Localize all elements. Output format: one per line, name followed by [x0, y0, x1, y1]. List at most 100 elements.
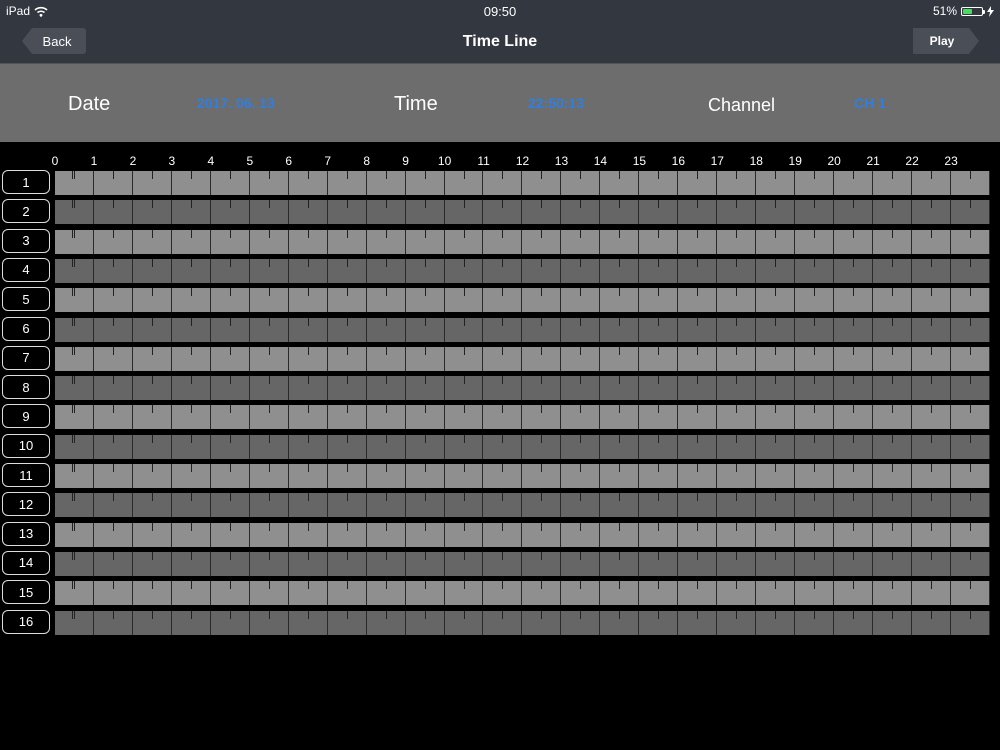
hour-segment[interactable]	[405, 405, 445, 430]
hour-segment[interactable]	[405, 317, 445, 342]
hour-segment[interactable]	[678, 229, 718, 254]
hour-segment[interactable]	[600, 288, 640, 313]
hour-segment[interactable]	[444, 288, 484, 313]
hour-segment[interactable]	[522, 288, 562, 313]
hour-segment[interactable]	[249, 405, 289, 430]
hour-segment[interactable]	[288, 229, 328, 254]
hour-segment[interactable]	[444, 376, 484, 401]
hour-segment[interactable]	[210, 200, 250, 225]
hour-segment[interactable]	[756, 229, 796, 254]
hour-segment[interactable]	[55, 171, 94, 195]
hour-segment[interactable]	[795, 551, 835, 576]
hour-segment[interactable]	[950, 493, 990, 518]
hour-segment[interactable]	[950, 551, 990, 576]
hour-segment[interactable]	[366, 229, 406, 254]
hour-segment[interactable]	[483, 200, 523, 225]
hour-segment[interactable]	[834, 434, 874, 459]
hour-segment[interactable]	[327, 229, 367, 254]
hour-segment[interactable]	[756, 317, 796, 342]
hour-segment[interactable]	[950, 434, 990, 459]
channel-button[interactable]: 12	[2, 492, 50, 517]
hour-segment[interactable]	[93, 551, 133, 576]
hour-segment[interactable]	[561, 581, 601, 606]
hour-segment[interactable]	[327, 288, 367, 313]
hour-segment[interactable]	[561, 522, 601, 547]
hour-segment[interactable]	[756, 610, 796, 635]
hour-segment[interactable]	[795, 405, 835, 430]
hour-segment[interactable]	[522, 317, 562, 342]
hour-segment[interactable]	[483, 376, 523, 401]
hour-segment[interactable]	[873, 376, 912, 401]
hour-segment[interactable]	[55, 229, 94, 254]
hour-segment[interactable]	[93, 376, 133, 401]
hour-segment[interactable]	[171, 434, 211, 459]
hour-segment[interactable]	[132, 610, 172, 635]
hour-segment[interactable]	[561, 434, 601, 459]
hour-segment[interactable]	[911, 610, 951, 635]
hour-segment[interactable]	[171, 346, 211, 371]
hour-segment[interactable]	[483, 258, 523, 283]
hour-segment[interactable]	[522, 171, 562, 195]
hour-segment[interactable]	[132, 376, 172, 401]
hour-segment[interactable]	[55, 551, 94, 576]
hour-segment[interactable]	[249, 464, 289, 488]
hour-segment[interactable]	[600, 229, 640, 254]
channel-button[interactable]: 13	[2, 521, 50, 546]
hour-segment[interactable]	[873, 288, 912, 313]
hour-segment[interactable]	[639, 346, 679, 371]
hour-segment[interactable]	[678, 405, 718, 430]
hour-segment[interactable]	[678, 493, 718, 518]
hour-segment[interactable]	[249, 493, 289, 518]
channel-button[interactable]: 8	[2, 375, 50, 400]
hour-segment[interactable]	[834, 551, 874, 576]
hour-segment[interactable]	[600, 551, 640, 576]
hour-segment[interactable]	[639, 610, 679, 635]
hour-segment[interactable]	[561, 405, 601, 430]
hour-segment[interactable]	[444, 434, 484, 459]
hour-segment[interactable]	[639, 522, 679, 547]
hour-segment[interactable]	[911, 376, 951, 401]
hour-segment[interactable]	[171, 610, 211, 635]
channel-timeline-track[interactable]	[55, 346, 990, 371]
hour-segment[interactable]	[678, 376, 718, 401]
hour-segment[interactable]	[834, 581, 874, 606]
hour-segment[interactable]	[327, 581, 367, 606]
hour-segment[interactable]	[444, 551, 484, 576]
channel-button[interactable]: 5	[2, 287, 50, 312]
hour-segment[interactable]	[873, 551, 912, 576]
hour-segment[interactable]	[210, 464, 250, 488]
hour-segment[interactable]	[911, 434, 951, 459]
hour-segment[interactable]	[522, 346, 562, 371]
hour-segment[interactable]	[639, 405, 679, 430]
hour-segment[interactable]	[55, 581, 94, 606]
hour-segment[interactable]	[210, 581, 250, 606]
hour-segment[interactable]	[834, 317, 874, 342]
hour-segment[interactable]	[405, 464, 445, 488]
channel-button[interactable]: 3	[2, 228, 50, 253]
hour-segment[interactable]	[561, 376, 601, 401]
hour-segment[interactable]	[873, 493, 912, 518]
hour-segment[interactable]	[288, 258, 328, 283]
time-value[interactable]: 22:50:13	[528, 95, 584, 111]
hour-segment[interactable]	[93, 346, 133, 371]
hour-segment[interactable]	[873, 610, 912, 635]
channel-timeline-track[interactable]	[55, 464, 990, 488]
hour-segment[interactable]	[678, 258, 718, 283]
hour-segment[interactable]	[911, 288, 951, 313]
hour-segment[interactable]	[717, 200, 757, 225]
hour-segment[interactable]	[950, 171, 990, 195]
hour-segment[interactable]	[444, 317, 484, 342]
channel-button[interactable]: 14	[2, 550, 50, 575]
hour-segment[interactable]	[522, 258, 562, 283]
hour-segment[interactable]	[210, 258, 250, 283]
hour-segment[interactable]	[561, 551, 601, 576]
hour-segment[interactable]	[55, 405, 94, 430]
hour-segment[interactable]	[171, 288, 211, 313]
hour-segment[interactable]	[327, 551, 367, 576]
hour-segment[interactable]	[639, 493, 679, 518]
hour-segment[interactable]	[405, 610, 445, 635]
hour-segment[interactable]	[366, 288, 406, 313]
hour-segment[interactable]	[834, 200, 874, 225]
hour-segment[interactable]	[834, 493, 874, 518]
hour-segment[interactable]	[405, 258, 445, 283]
